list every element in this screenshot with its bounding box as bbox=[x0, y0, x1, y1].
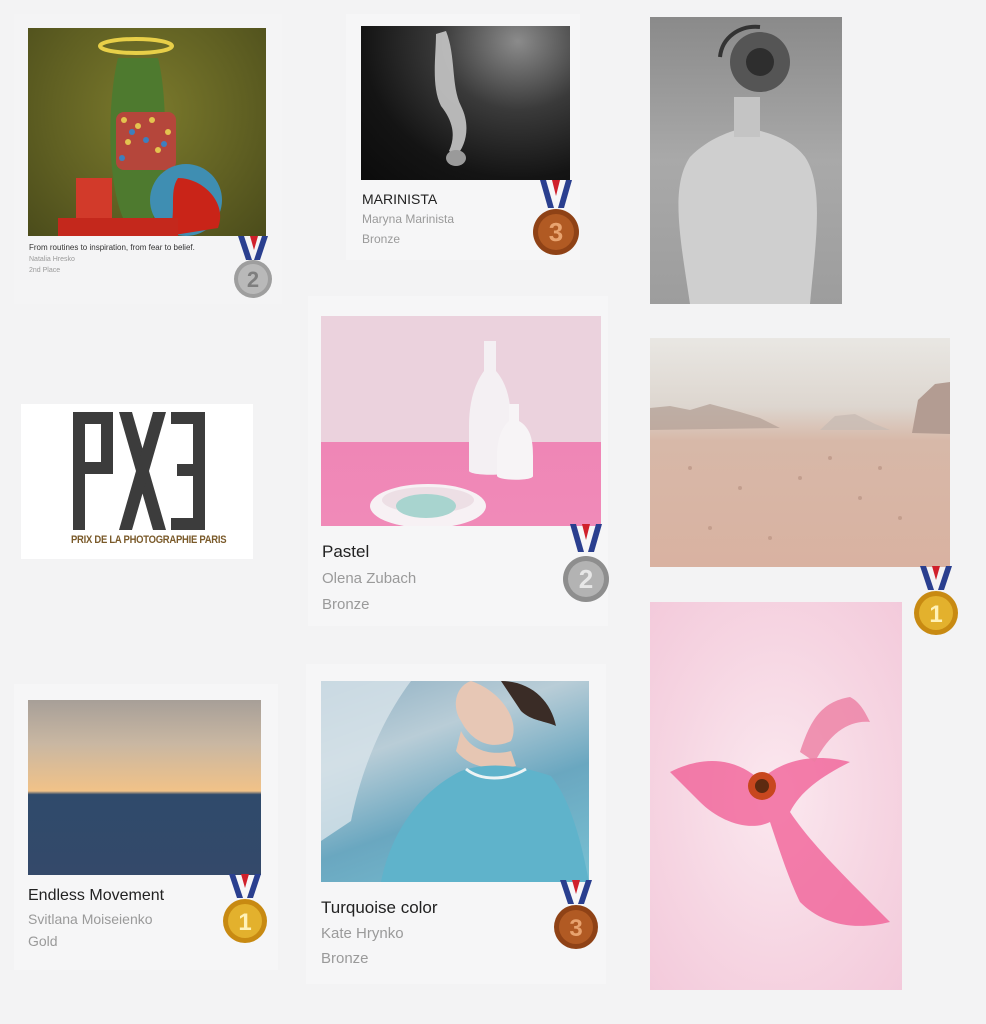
entry-title: Pastel bbox=[322, 542, 370, 561]
pastel-bottles-image bbox=[370, 341, 533, 526]
px3-tagline: PRIX DE LA PHOTOGRAPHIE PARIS bbox=[71, 534, 227, 546]
entry-author: Olena Zubach bbox=[322, 570, 417, 587]
entry-award: Bronze bbox=[362, 232, 401, 246]
medal-rank: 2 bbox=[579, 564, 593, 594]
entry-photo[interactable] bbox=[28, 700, 261, 875]
medal-rank: 1 bbox=[929, 601, 942, 628]
entry-title: From routines to inspiration, from fear … bbox=[29, 243, 195, 252]
woman-turquoise-dress-image bbox=[321, 681, 589, 882]
entry-photo[interactable] bbox=[321, 316, 601, 526]
entry-photo[interactable] bbox=[650, 602, 902, 990]
entry-award: 2nd Place bbox=[29, 267, 61, 274]
entry-title: Turquoise color bbox=[321, 898, 438, 917]
entry-award: Gold bbox=[28, 933, 58, 949]
bronze-medal-icon: 3 bbox=[533, 180, 579, 255]
portrait-with-flower-image bbox=[678, 24, 817, 304]
pink-fabric-flower-image bbox=[670, 697, 890, 926]
medal-rank: 3 bbox=[549, 217, 563, 247]
entry-photo[interactable] bbox=[361, 26, 570, 180]
silver-medal-icon: 2 bbox=[563, 524, 609, 602]
medal-rank: 3 bbox=[569, 915, 582, 942]
entry-author: Maryna Marinista bbox=[362, 212, 455, 226]
silver-medal-icon: 2 bbox=[234, 236, 272, 298]
entry-author: Kate Hrynko bbox=[321, 925, 404, 942]
entry-photo[interactable] bbox=[28, 28, 266, 236]
px3-logo-card: PRIX DE LA PHOTOGRAPHIE PARIS bbox=[21, 404, 253, 559]
entry-photo[interactable] bbox=[321, 681, 589, 882]
entry-author: Svitlana Moiseienko bbox=[28, 911, 153, 927]
entry-award: Bronze bbox=[322, 596, 370, 613]
entry-author: Natalia Hresko bbox=[29, 256, 75, 263]
underwater-figure-image bbox=[434, 31, 467, 166]
gold-medal-icon: 1 bbox=[914, 566, 958, 635]
entry-title: MARINISTA bbox=[362, 191, 438, 207]
gold-medal-icon: 1 bbox=[223, 874, 267, 943]
entry-photo[interactable] bbox=[650, 338, 950, 567]
entry-title: Endless Movement bbox=[28, 887, 165, 904]
medal-rank: 2 bbox=[247, 267, 259, 292]
entry-award: Bronze bbox=[321, 950, 369, 967]
cucumber-still-life-image bbox=[58, 37, 222, 236]
desert-landscape-image bbox=[650, 382, 950, 540]
medal-rank: 1 bbox=[238, 909, 251, 936]
bronze-medal-icon: 3 bbox=[554, 880, 598, 949]
entry-photo[interactable] bbox=[650, 17, 842, 304]
